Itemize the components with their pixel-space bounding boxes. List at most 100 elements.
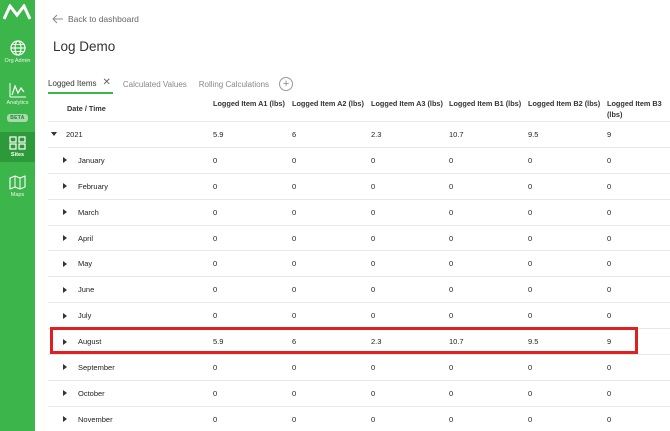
- value-cell: 0: [528, 181, 533, 191]
- value-cell: 6: [292, 129, 297, 139]
- tab-label: Calculated Values: [122, 79, 187, 89]
- caret-right-icon[interactable]: [63, 235, 67, 241]
- row-label: September: [78, 362, 115, 372]
- caret-right-icon[interactable]: [63, 260, 67, 267]
- value-cell: 0: [607, 181, 612, 191]
- arrow-left-icon: [52, 14, 63, 24]
- table-row[interactable]: October 0 0 0 0 0 0: [48, 381, 670, 407]
- row-label: November: [78, 414, 113, 424]
- sidebar-item-label: Org Admin: [4, 58, 31, 64]
- table-row[interactable]: March 0 0 0 0 0 0: [48, 200, 670, 226]
- value-cell: 0: [528, 259, 533, 269]
- value-cell: 0: [449, 181, 454, 191]
- sidebar-item-sites[interactable]: Sites: [0, 132, 35, 162]
- brand-logo-icon[interactable]: [3, 4, 31, 20]
- row-label: July: [78, 311, 92, 321]
- value-cell: 0: [371, 181, 376, 191]
- value-cell: 0: [371, 311, 376, 321]
- row-label: March: [78, 207, 99, 217]
- date-cell: September: [48, 363, 213, 372]
- value-cell: 0: [213, 233, 218, 243]
- sidebar-item-maps[interactable]: Maps: [0, 175, 35, 201]
- value-cell: 10.7: [449, 129, 464, 139]
- table-row[interactable]: January 0 0 0 0 0 0: [48, 148, 670, 174]
- highlight-box: [50, 327, 638, 354]
- tab-logged-items[interactable]: Logged Items ✕: [48, 74, 113, 94]
- table-header: Date / Time Logged Item A1 (lbs) Logged …: [48, 96, 670, 122]
- sites-icon: [9, 136, 26, 150]
- table-row[interactable]: May 0 0 0 0 0 0: [48, 251, 670, 278]
- value-cell: 0: [292, 311, 297, 321]
- page-title: Log Demo: [53, 39, 116, 54]
- value-cell: 0: [213, 311, 218, 321]
- value-cell: 0: [449, 207, 454, 217]
- value-cell: 0: [292, 414, 297, 424]
- value-cell: 0: [371, 207, 376, 217]
- value-cell: 5.9: [213, 129, 224, 139]
- table-row[interactable]: 2021 5.9 6 2.3 10.7 9.5 9: [48, 122, 670, 148]
- column-header[interactable]: Logged Item A2 (lbs): [292, 96, 371, 121]
- table-row[interactable]: September 0 0 0 0 0 0: [48, 355, 670, 381]
- column-header[interactable]: Logged Item B1 (lbs): [449, 96, 528, 121]
- value-cell: 0: [528, 155, 533, 165]
- date-cell: January: [48, 156, 213, 165]
- value-cell: 0: [292, 362, 297, 372]
- caret-right-icon[interactable]: [63, 183, 67, 190]
- tab-calculated-values[interactable]: Calculated Values: [123, 74, 187, 94]
- column-header[interactable]: Logged Item A3 (lbs): [371, 96, 449, 121]
- value-cell: 0: [213, 259, 218, 269]
- tab-rolling-calculations[interactable]: Rolling Calculations: [199, 74, 269, 94]
- value-cell: 0: [371, 155, 376, 165]
- value-cell: 0: [371, 259, 376, 269]
- column-header[interactable]: Date / Time: [48, 96, 213, 121]
- table-row[interactable]: June 0 0 0 0 0 0: [48, 277, 670, 304]
- value-cell: 0: [449, 155, 454, 165]
- date-cell: November: [48, 415, 213, 424]
- value-cell: 0: [213, 285, 218, 295]
- caret-right-icon[interactable]: [63, 209, 67, 216]
- date-cell: June: [48, 285, 213, 294]
- caret-right-icon[interactable]: [63, 390, 67, 397]
- value-cell: 9.5: [528, 129, 539, 139]
- sidebar-item-org-admin[interactable]: Org Admin: [0, 40, 35, 68]
- column-header[interactable]: Logged Item B2 (lbs): [528, 96, 607, 121]
- table-row[interactable]: July 0 0 0 0 0 0: [48, 303, 670, 330]
- value-cell: 0: [528, 233, 533, 243]
- table-row[interactable]: February 0 0 0 0 0 0: [48, 174, 670, 200]
- back-to-dashboard-link[interactable]: Back to dashboard: [52, 13, 139, 25]
- value-cell: 0: [449, 414, 454, 424]
- beta-badge: BETA: [7, 114, 28, 122]
- value-cell: 0: [528, 311, 533, 321]
- column-header[interactable]: Logged Item B3 (lbs): [607, 96, 670, 121]
- close-icon[interactable]: ✕: [102, 78, 110, 88]
- value-cell: 0: [528, 414, 533, 424]
- caret-right-icon[interactable]: [63, 416, 67, 423]
- value-cell: 9: [607, 129, 612, 139]
- value-cell: 0: [449, 388, 454, 398]
- table-row[interactable]: November 0 0 0 0 0 0: [48, 407, 670, 431]
- value-cell: 0: [371, 414, 376, 424]
- value-cell: 0: [371, 285, 376, 295]
- value-cell: 0: [371, 388, 376, 398]
- caret-down-icon[interactable]: [51, 132, 57, 137]
- column-header[interactable]: Logged Item A1 (lbs): [213, 96, 292, 121]
- row-label: April: [78, 233, 94, 243]
- globe-icon: [9, 40, 26, 56]
- value-cell: 0: [528, 207, 533, 217]
- caret-right-icon[interactable]: [63, 286, 67, 293]
- table-row[interactable]: April 0 0 0 0 0 0: [48, 226, 670, 252]
- value-cell: 0: [607, 233, 612, 243]
- caret-right-icon[interactable]: [63, 157, 67, 164]
- caret-right-icon[interactable]: [63, 312, 67, 319]
- sidebar-item-analytics[interactable]: Analytics BETA: [0, 82, 35, 122]
- value-cell: 0: [607, 311, 612, 321]
- row-label: 2021: [66, 129, 83, 139]
- value-cell: 2.3: [371, 129, 382, 139]
- date-cell: February: [48, 182, 213, 191]
- date-cell: March: [48, 208, 213, 217]
- caret-right-icon[interactable]: [63, 364, 67, 371]
- value-cell: 0: [449, 285, 454, 295]
- value-cell: 0: [292, 207, 297, 217]
- add-tab-button[interactable]: +: [279, 77, 294, 91]
- value-cell: 0: [292, 285, 297, 295]
